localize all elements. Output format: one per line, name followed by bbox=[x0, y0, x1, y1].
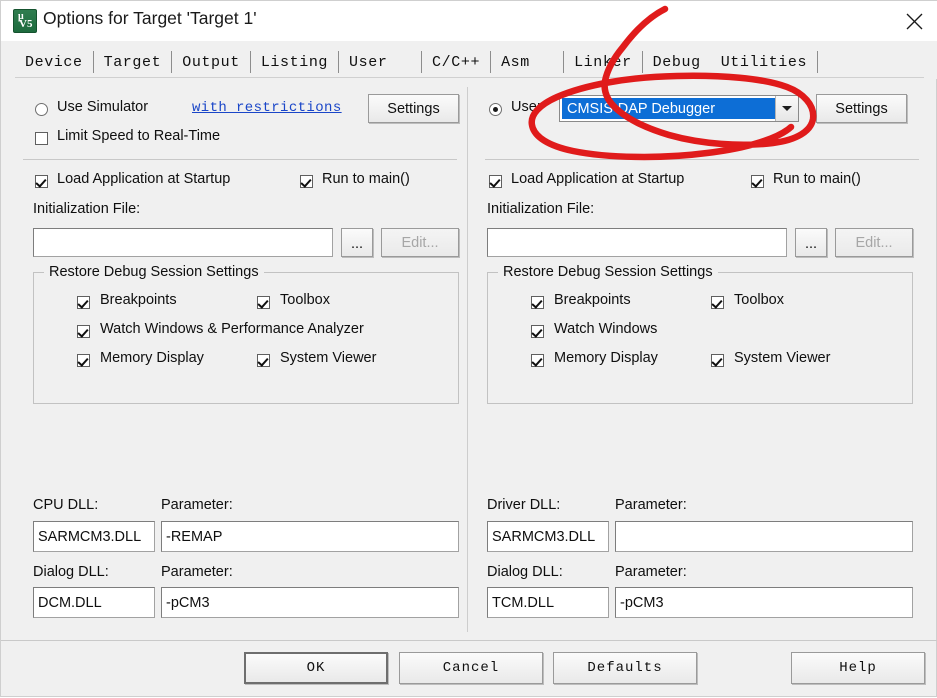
restore-debug-session-group-left: Restore Debug Session Settings Breakpoin… bbox=[33, 264, 459, 404]
help-button[interactable]: Help bbox=[791, 652, 925, 684]
breakpoints-label-right: Breakpoints bbox=[554, 292, 631, 308]
toolbox-checkbox-right[interactable] bbox=[711, 296, 724, 309]
debugger-settings-button[interactable]: Settings bbox=[816, 94, 907, 123]
driver-dll-label: Driver DLL: bbox=[487, 497, 561, 513]
load-application-checkbox[interactable] bbox=[35, 175, 48, 188]
footer-separator bbox=[1, 640, 937, 641]
use-debugger-radio[interactable] bbox=[489, 103, 502, 116]
tab-strip: Device Target Output Listing User C/C++ … bbox=[1, 41, 937, 79]
driver-parameter-input[interactable] bbox=[615, 521, 913, 552]
with-restrictions-link[interactable]: with restrictions bbox=[192, 100, 342, 116]
cpu-parameter-label: Parameter: bbox=[161, 497, 233, 513]
run-to-main-label: Run to main() bbox=[322, 171, 410, 187]
load-application-checkbox-right[interactable] bbox=[489, 175, 502, 188]
tab-utilities[interactable]: Utilities bbox=[711, 51, 819, 73]
simulator-settings-button[interactable]: Settings bbox=[368, 94, 459, 123]
restore-debug-session-group-right: Restore Debug Session Settings Breakpoin… bbox=[487, 264, 913, 404]
use-simulator-label: Use Simulator bbox=[57, 99, 149, 115]
tab-debug[interactable]: Debug bbox=[642, 51, 711, 73]
dialog-parameter-label-left: Parameter: bbox=[161, 564, 233, 580]
tab-device[interactable]: Device bbox=[15, 51, 94, 73]
initialization-file-edit-button-right[interactable]: Edit... bbox=[835, 228, 913, 257]
initialization-file-input-right[interactable] bbox=[487, 228, 787, 257]
uvision-icon: μ V5 bbox=[13, 9, 37, 33]
breakpoints-label-left: Breakpoints bbox=[100, 292, 177, 308]
ok-button[interactable]: OK bbox=[244, 652, 388, 684]
memory-display-label-right: Memory Display bbox=[554, 350, 658, 366]
dialog-parameter-input-right[interactable]: -pCM3 bbox=[615, 587, 913, 618]
breakpoints-checkbox-left[interactable] bbox=[77, 296, 90, 309]
run-to-main-checkbox-right[interactable] bbox=[751, 175, 764, 188]
defaults-button[interactable]: Defaults bbox=[553, 652, 697, 684]
driver-parameter-label: Parameter: bbox=[615, 497, 687, 513]
title-bar: μ V5 Options for Target 'Target 1' bbox=[1, 1, 937, 42]
initialization-file-browse-button-right[interactable]: ... bbox=[795, 228, 827, 257]
use-simulator-radio[interactable] bbox=[35, 103, 48, 116]
tab-asm[interactable]: Asm bbox=[491, 51, 565, 73]
system-viewer-checkbox-left[interactable] bbox=[257, 354, 270, 367]
system-viewer-checkbox-right[interactable] bbox=[711, 354, 724, 367]
watch-windows-label-left: Watch Windows & Performance Analyzer bbox=[100, 321, 364, 337]
memory-display-checkbox-left[interactable] bbox=[77, 354, 90, 367]
tab-c-cpp[interactable]: C/C++ bbox=[422, 51, 492, 73]
separator-rule-left bbox=[23, 159, 457, 160]
separator-rule-right bbox=[485, 159, 919, 160]
watch-windows-checkbox-left[interactable] bbox=[77, 325, 90, 338]
dialog-dll-label-right: Dialog DLL: bbox=[487, 564, 563, 580]
dialog-dll-label-left: Dialog DLL: bbox=[33, 564, 109, 580]
options-for-target-dialog: μ V5 Options for Target 'Target 1' Devic… bbox=[0, 0, 937, 697]
panel-divider bbox=[467, 87, 468, 632]
restore-group-title-left: Restore Debug Session Settings bbox=[44, 264, 264, 280]
toolbox-label-right: Toolbox bbox=[734, 292, 784, 308]
run-to-main-checkbox[interactable] bbox=[300, 175, 313, 188]
initialization-file-input[interactable] bbox=[33, 228, 333, 257]
limit-speed-label: Limit Speed to Real-Time bbox=[57, 128, 221, 144]
initialization-file-label: Initialization File: bbox=[33, 201, 141, 217]
cancel-button[interactable]: Cancel bbox=[399, 652, 543, 684]
dialog-dll-input-left[interactable]: DCM.DLL bbox=[33, 587, 155, 618]
uvision-icon-glyph-bottom: V5 bbox=[19, 18, 33, 30]
debugger-panel: Use: CMSIS-DAP Debugger Settings Load Ap… bbox=[479, 87, 927, 632]
use-debugger-label: Use: bbox=[511, 99, 541, 115]
driver-dll-input[interactable]: SARMCM3.DLL bbox=[487, 521, 609, 552]
toolbox-label-left: Toolbox bbox=[280, 292, 330, 308]
dialog-parameter-input-left[interactable]: -pCM3 bbox=[161, 587, 459, 618]
tab-user[interactable]: User bbox=[339, 51, 423, 73]
breakpoints-checkbox-right[interactable] bbox=[531, 296, 544, 309]
window-title: Options for Target 'Target 1' bbox=[43, 8, 257, 28]
system-viewer-label-right: System Viewer bbox=[734, 350, 831, 366]
tab-linker[interactable]: Linker bbox=[564, 51, 643, 73]
initialization-file-label-right: Initialization File: bbox=[487, 201, 595, 217]
tab-underline bbox=[15, 77, 924, 78]
cpu-parameter-input[interactable]: -REMAP bbox=[161, 521, 459, 552]
load-application-label-right: Load Application at Startup bbox=[511, 171, 685, 187]
initialization-file-edit-button[interactable]: Edit... bbox=[381, 228, 459, 257]
initialization-file-browse-button[interactable]: ... bbox=[341, 228, 373, 257]
debugger-select[interactable]: CMSIS-DAP Debugger bbox=[559, 95, 799, 122]
cpu-dll-input[interactable]: SARMCM3.DLL bbox=[33, 521, 155, 552]
tab-output[interactable]: Output bbox=[172, 51, 251, 73]
tab-listing[interactable]: Listing bbox=[251, 51, 340, 73]
memory-display-checkbox-right[interactable] bbox=[531, 354, 544, 367]
restore-group-title-right: Restore Debug Session Settings bbox=[498, 264, 718, 280]
tab-target[interactable]: Target bbox=[94, 51, 173, 73]
chevron-down-icon[interactable] bbox=[775, 96, 798, 121]
simulator-panel: Use Simulator with restrictions Settings… bbox=[15, 87, 465, 632]
watch-windows-label-right: Watch Windows bbox=[554, 321, 658, 337]
watch-windows-checkbox-right[interactable] bbox=[531, 325, 544, 338]
cpu-dll-label: CPU DLL: bbox=[33, 497, 99, 513]
load-application-label: Load Application at Startup bbox=[57, 171, 231, 187]
close-icon[interactable] bbox=[890, 1, 937, 41]
toolbox-checkbox-left[interactable] bbox=[257, 296, 270, 309]
memory-display-label-left: Memory Display bbox=[100, 350, 204, 366]
limit-speed-checkbox[interactable] bbox=[35, 132, 48, 145]
run-to-main-label-right: Run to main() bbox=[773, 171, 861, 187]
system-viewer-label-left: System Viewer bbox=[280, 350, 377, 366]
dialog-dll-input-right[interactable]: TCM.DLL bbox=[487, 587, 609, 618]
debugger-select-value: CMSIS-DAP Debugger bbox=[562, 98, 775, 119]
dialog-parameter-label-right: Parameter: bbox=[615, 564, 687, 580]
